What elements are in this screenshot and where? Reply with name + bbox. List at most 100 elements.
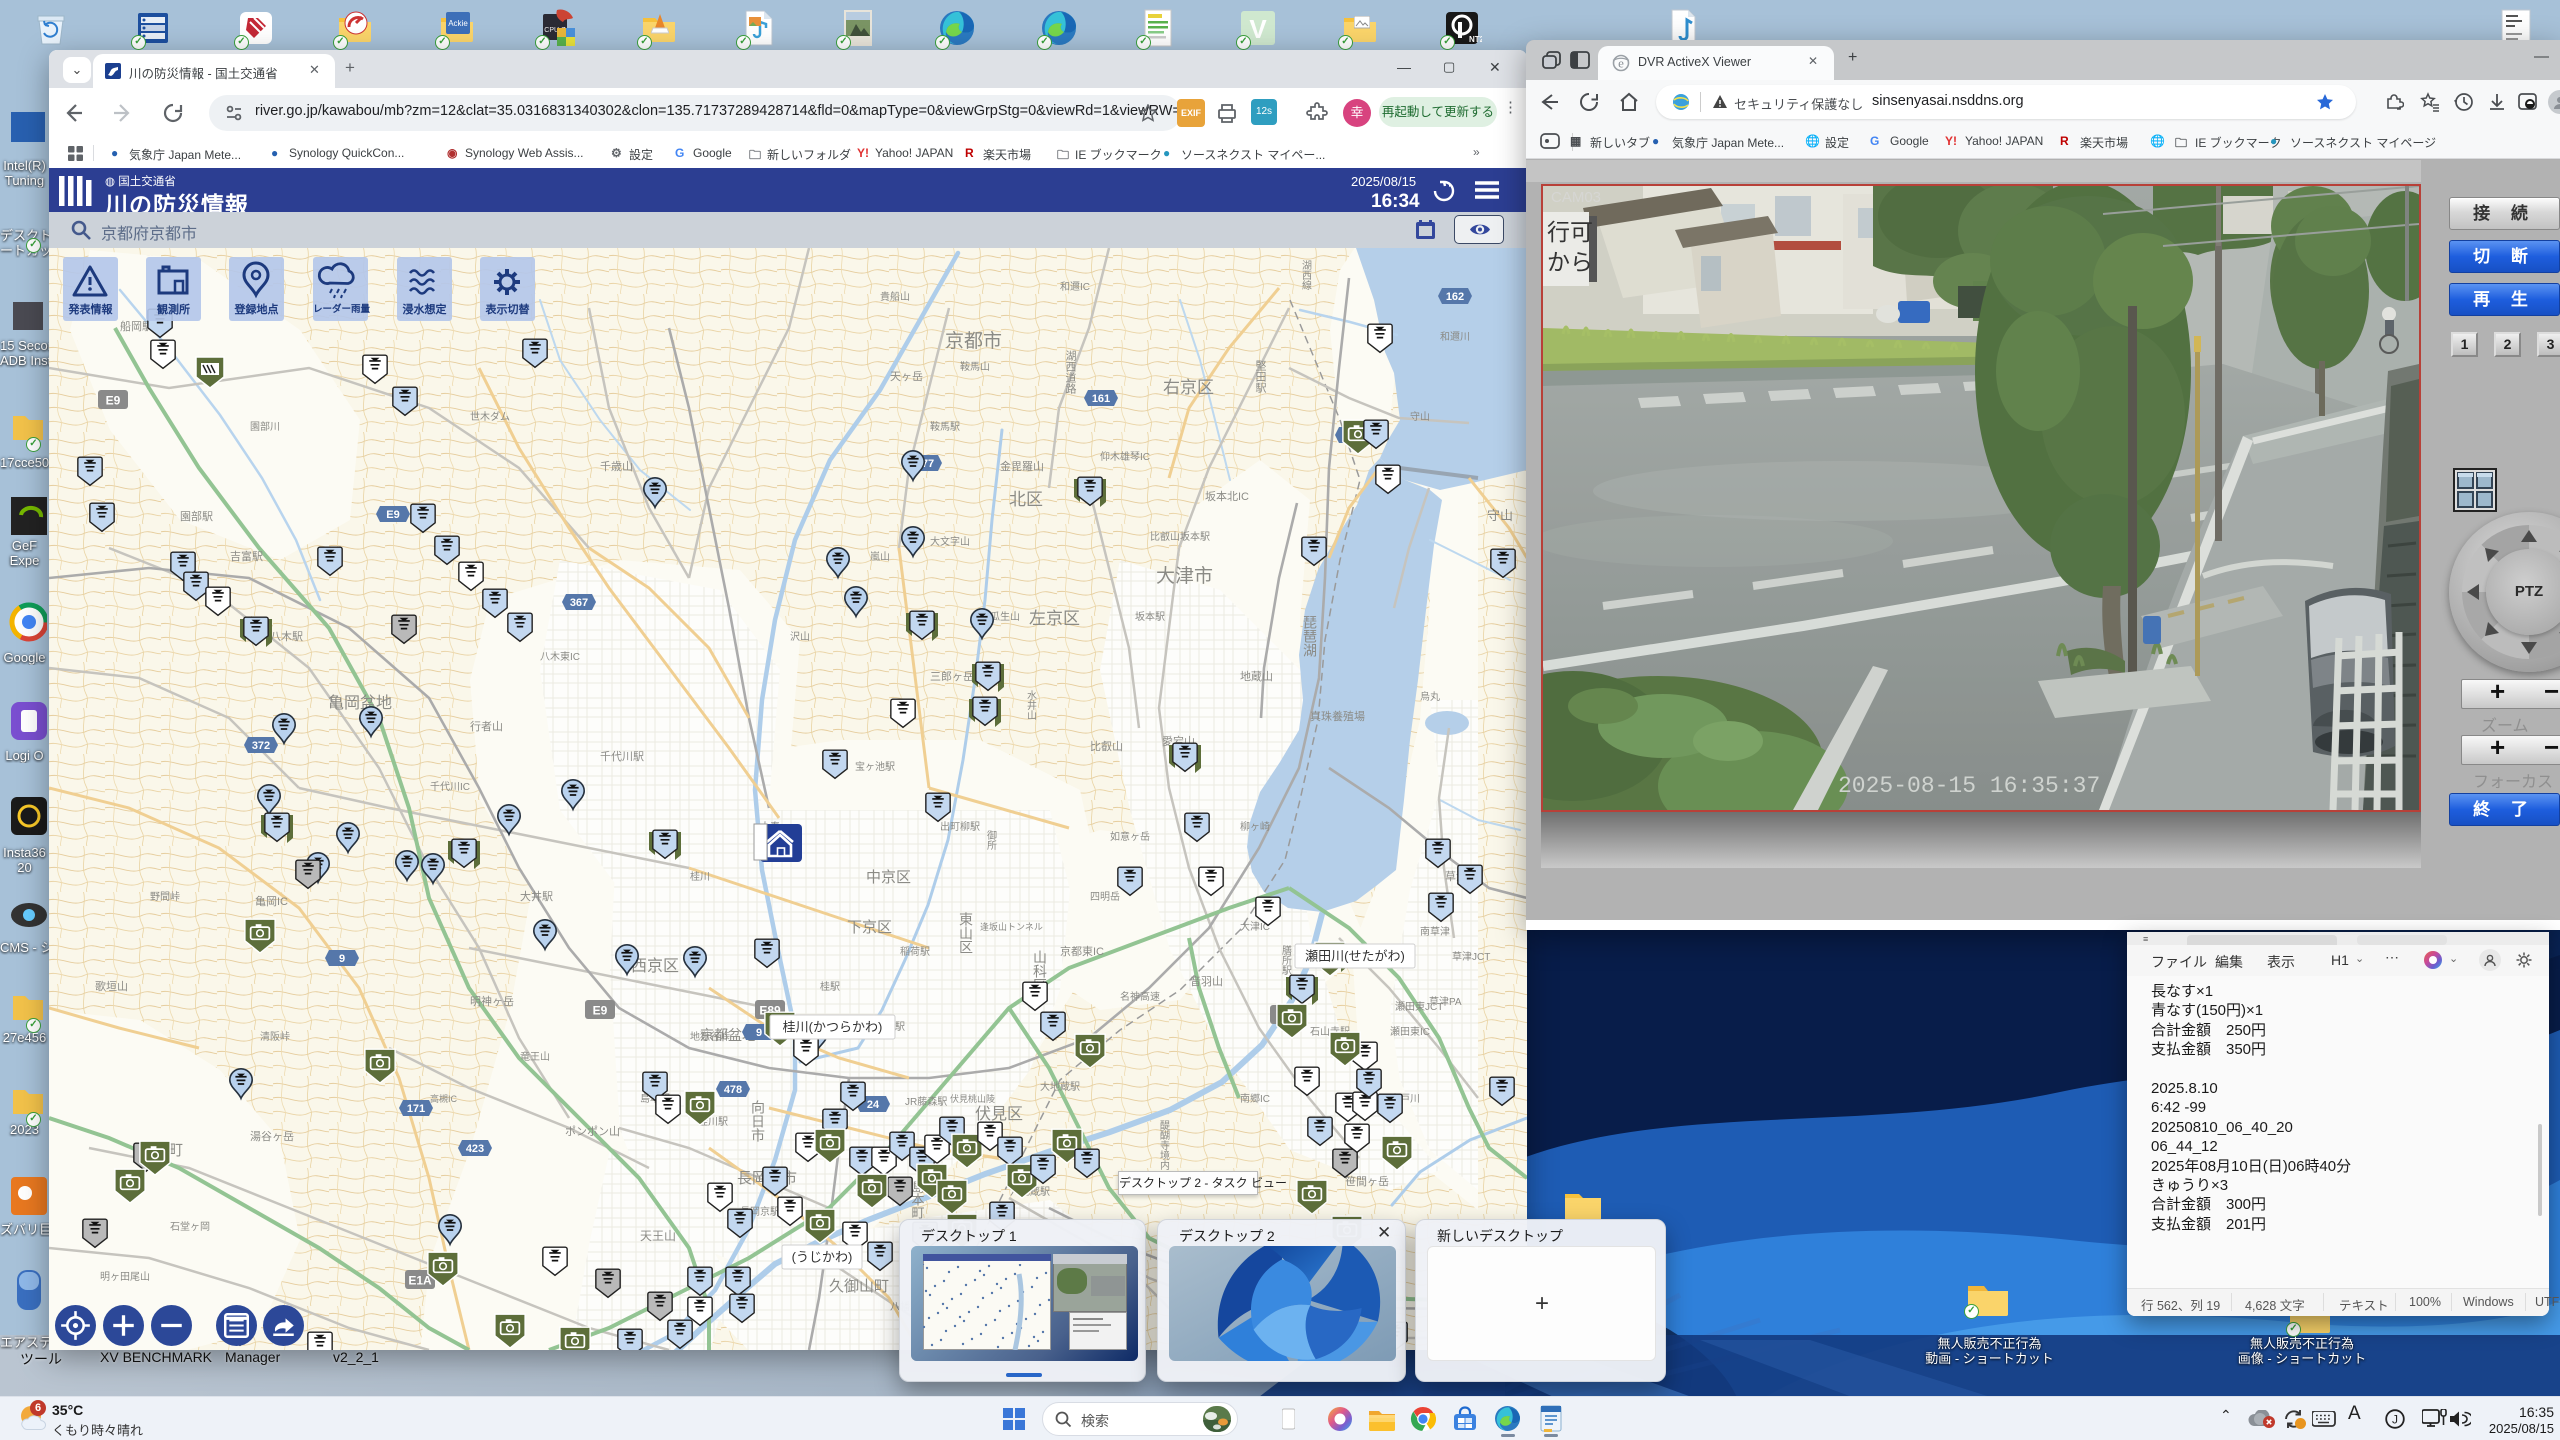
svg-text:E9: E9 xyxy=(593,1004,608,1018)
svg-text:石堂ヶ岡: 石堂ヶ岡 xyxy=(170,1221,210,1233)
svg-text:嵐山: 嵐山 xyxy=(870,551,890,563)
svg-text:仰木雄琴IC: 仰木雄琴IC xyxy=(1100,450,1150,463)
svg-text:京都市: 京都市 xyxy=(945,330,1002,352)
svg-text:野間峠: 野間峠 xyxy=(150,891,180,903)
svg-text:金毘羅山: 金毘羅山 xyxy=(1000,459,1044,473)
svg-text:園部川: 園部川 xyxy=(250,420,280,433)
svg-text:水井山: 水井山 xyxy=(1025,690,1037,720)
svg-text:E1A: E1A xyxy=(408,1274,432,1288)
svg-text:伏見桃山陵: 伏見桃山陵 xyxy=(950,1093,995,1104)
svg-text:V: V xyxy=(1249,14,1267,44)
svg-text:162: 162 xyxy=(1446,291,1464,303)
svg-text:八木駅: 八木駅 xyxy=(270,630,303,643)
svg-text:JR藤森駅: JR藤森駅 xyxy=(905,1095,947,1108)
svg-text:鞍馬駅: 鞍馬駅 xyxy=(930,420,960,433)
svg-text:稲荷駅: 稲荷駅 xyxy=(900,946,930,958)
svg-text:明ヶ田尾山: 明ヶ田尾山 xyxy=(100,1271,150,1283)
svg-text:鞍馬山: 鞍馬山 xyxy=(960,360,990,373)
svg-text:24: 24 xyxy=(867,1099,880,1111)
svg-text:如意ヶ岳: 如意ヶ岳 xyxy=(1110,830,1150,843)
svg-text:宝ヶ池駅: 宝ヶ池駅 xyxy=(855,760,895,773)
svg-text:向日市: 向日市 xyxy=(750,1100,766,1142)
svg-text:右京区: 右京区 xyxy=(1163,378,1214,397)
svg-text:J: J xyxy=(2392,1413,2398,1427)
svg-text:左京区: 左京区 xyxy=(1029,609,1080,628)
svg-text:笹間ヶ岳: 笹間ヶ岳 xyxy=(1345,1175,1389,1188)
svg-text:中京区: 中京区 xyxy=(866,869,911,886)
svg-text:161: 161 xyxy=(1092,393,1110,405)
svg-text:天王山: 天王山 xyxy=(640,1229,676,1243)
svg-text:歌垣山: 歌垣山 xyxy=(95,979,128,993)
svg-text:四明岳: 四明岳 xyxy=(1090,891,1120,903)
svg-text:守山: 守山 xyxy=(1487,508,1513,523)
svg-text:瀬田東IC: 瀬田東IC xyxy=(1390,1025,1430,1038)
svg-text:Ackie: Ackie xyxy=(448,19,468,28)
svg-text:明神ヶ岳: 明神ヶ岳 xyxy=(470,994,514,1008)
svg-text:桂川(かつらかわ): 桂川(かつらかわ) xyxy=(783,1020,883,1035)
svg-text:沢山: 沢山 xyxy=(790,630,810,643)
svg-text:湖西道路: 湖西道路 xyxy=(1064,350,1077,395)
svg-text:久御山町: 久御山町 xyxy=(829,1278,889,1295)
svg-text:千代川IC: 千代川IC xyxy=(430,781,470,793)
svg-text:比叡山坂本駅: 比叡山坂本駅 xyxy=(1150,530,1210,543)
svg-text:NT2: NT2 xyxy=(1469,35,1482,44)
svg-text:八木東IC: 八木東IC xyxy=(540,650,580,663)
svg-text:御所: 御所 xyxy=(985,829,997,851)
svg-text:大地蔵駅: 大地蔵駅 xyxy=(1040,1080,1080,1093)
svg-text:9: 9 xyxy=(339,953,345,965)
svg-text:逢坂山トンネル: 逢坂山トンネル xyxy=(980,921,1043,932)
svg-text:草津PA: 草津PA xyxy=(1429,996,1462,1008)
svg-text:烏丸: 烏丸 xyxy=(1420,690,1440,703)
svg-text:湖西線: 湖西線 xyxy=(1300,260,1312,290)
svg-text:千歳山: 千歳山 xyxy=(600,460,633,473)
svg-text:地蔵山: 地蔵山 xyxy=(1240,670,1273,683)
svg-text:園部駅: 園部駅 xyxy=(180,509,213,523)
svg-text:423: 423 xyxy=(466,1143,484,1155)
svg-text:大井駅: 大井駅 xyxy=(520,889,553,903)
svg-text:柳ヶ崎: 柳ヶ崎 xyxy=(1240,820,1270,833)
svg-text:堅田駅: 堅田駅 xyxy=(1254,360,1267,394)
svg-text:から: から xyxy=(1547,249,1593,275)
svg-text:吉富駅: 吉富駅 xyxy=(230,549,263,563)
svg-text:(うじかわ): (うじかわ) xyxy=(792,1250,853,1265)
svg-text:和邇川: 和邇川 xyxy=(1440,331,1470,343)
svg-text:行可: 行可 xyxy=(1547,219,1593,245)
svg-text:行者山: 行者山 xyxy=(470,720,503,733)
svg-text:9: 9 xyxy=(756,1027,762,1039)
svg-text:171: 171 xyxy=(407,1103,425,1115)
svg-text:南草津: 南草津 xyxy=(1420,925,1450,938)
svg-text:醍醐寺境内: 醍醐寺境内 xyxy=(1158,1120,1170,1171)
svg-text:千代川駅: 千代川駅 xyxy=(600,750,644,763)
svg-text:亀岡盆地: 亀岡盆地 xyxy=(328,694,392,712)
svg-text:天ヶ岳: 天ヶ岳 xyxy=(890,370,923,383)
svg-text:三郎ヶ岳: 三郎ヶ岳 xyxy=(930,669,974,683)
svg-text:比叡山: 比叡山 xyxy=(1090,739,1123,753)
svg-text:367: 367 xyxy=(570,597,588,609)
svg-text:坂本駅: 坂本駅 xyxy=(1135,610,1165,623)
svg-text:東山区: 東山区 xyxy=(958,912,974,954)
svg-text:下京区: 下京区 xyxy=(847,919,892,936)
svg-text:膳所駅: 膳所駅 xyxy=(1280,944,1292,976)
svg-text:北区: 北区 xyxy=(1009,490,1043,509)
svg-text:瓜生山: 瓜生山 xyxy=(990,610,1020,623)
svg-text:大津市: 大津市 xyxy=(1156,565,1213,587)
svg-text:伏見区: 伏見区 xyxy=(975,1105,1023,1123)
svg-text:372: 372 xyxy=(252,740,270,752)
svg-text:桂川: 桂川 xyxy=(690,870,710,883)
svg-text:亀岡IC: 亀岡IC xyxy=(255,894,288,908)
svg-text:世木ダム: 世木ダム xyxy=(470,410,510,423)
svg-text:高槻IC: 高槻IC xyxy=(430,1093,458,1104)
svg-text:478: 478 xyxy=(724,1084,742,1096)
svg-text:桂駅: 桂駅 xyxy=(820,980,840,993)
svg-text:真珠養殖場: 真珠養殖場 xyxy=(1310,709,1365,723)
svg-text:名神高速: 名神高速 xyxy=(1120,990,1160,1003)
svg-text:和邇IC: 和邇IC xyxy=(1060,281,1090,293)
svg-text:ポンポン山: ポンポン山 xyxy=(565,1125,620,1138)
svg-text:出町柳駅: 出町柳駅 xyxy=(940,820,980,833)
svg-text:清阪峠: 清阪峠 xyxy=(260,1030,290,1043)
svg-text:地獄谷峠: 地獄谷峠 xyxy=(690,1030,730,1043)
svg-text:E9: E9 xyxy=(106,394,121,408)
svg-text:西京区: 西京区 xyxy=(631,957,679,975)
svg-text:京都東IC: 京都東IC xyxy=(1060,944,1104,958)
svg-text:竜王山: 竜王山 xyxy=(520,1050,550,1063)
